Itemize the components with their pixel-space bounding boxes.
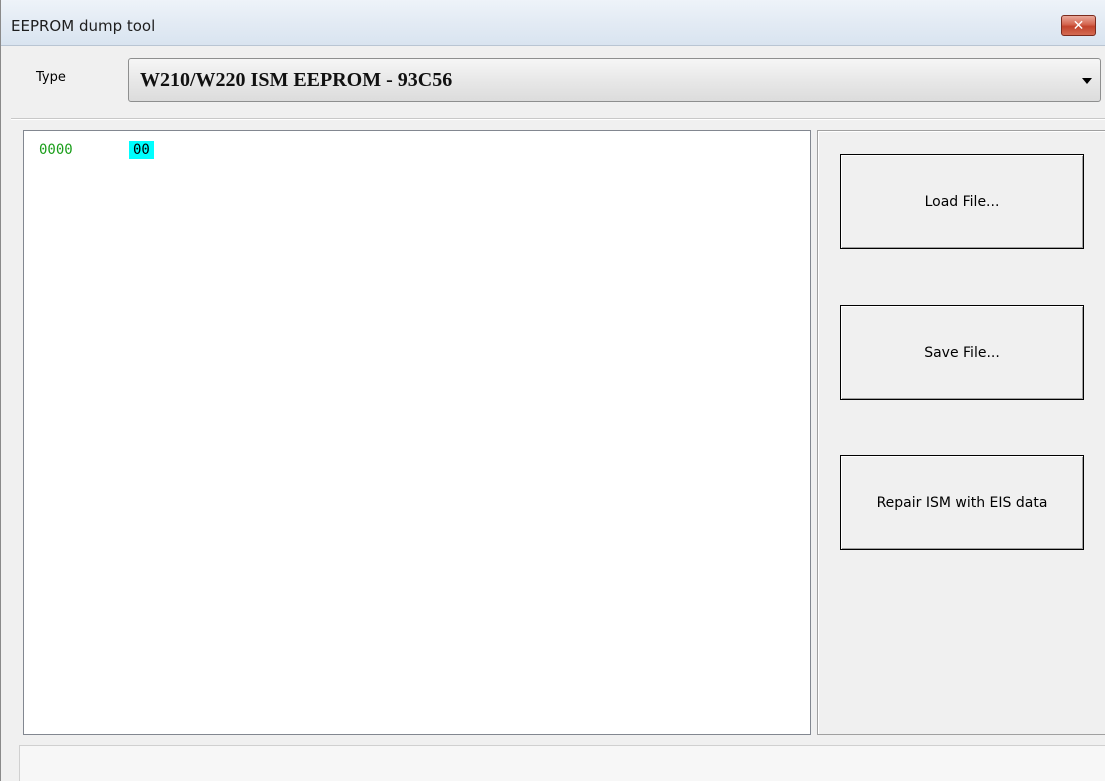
repair-ism-button[interactable]: Repair ISM with EIS data (840, 455, 1084, 550)
type-selected-value: W210/W220 ISM EEPROM - 93C56 (140, 69, 453, 91)
chevron-down-icon (1082, 78, 1092, 84)
separator (11, 118, 1105, 120)
close-icon: ✕ (1072, 17, 1085, 34)
save-file-button[interactable]: Save File... (840, 305, 1084, 400)
window-title: EEPROM dump tool (11, 17, 156, 35)
type-label: Type (36, 70, 66, 85)
load-file-button[interactable]: Load File... (840, 154, 1084, 249)
hex-byte-selected[interactable]: 00 (129, 141, 154, 159)
eeprom-dump-tool-window: EEPROM dump tool ✕ Type W210/W220 ISM EE… (0, 0, 1105, 781)
action-panel: Load File... Save File... Repair ISM wit… (817, 130, 1105, 735)
close-button[interactable]: ✕ (1061, 15, 1096, 36)
hex-offset: 0000 (39, 142, 73, 158)
title-bar[interactable]: EEPROM dump tool ✕ (1, 0, 1105, 46)
hex-view[interactable]: 0000 00 (23, 130, 811, 735)
status-bar (19, 745, 1105, 781)
type-dropdown[interactable]: W210/W220 ISM EEPROM - 93C56 (128, 58, 1101, 102)
